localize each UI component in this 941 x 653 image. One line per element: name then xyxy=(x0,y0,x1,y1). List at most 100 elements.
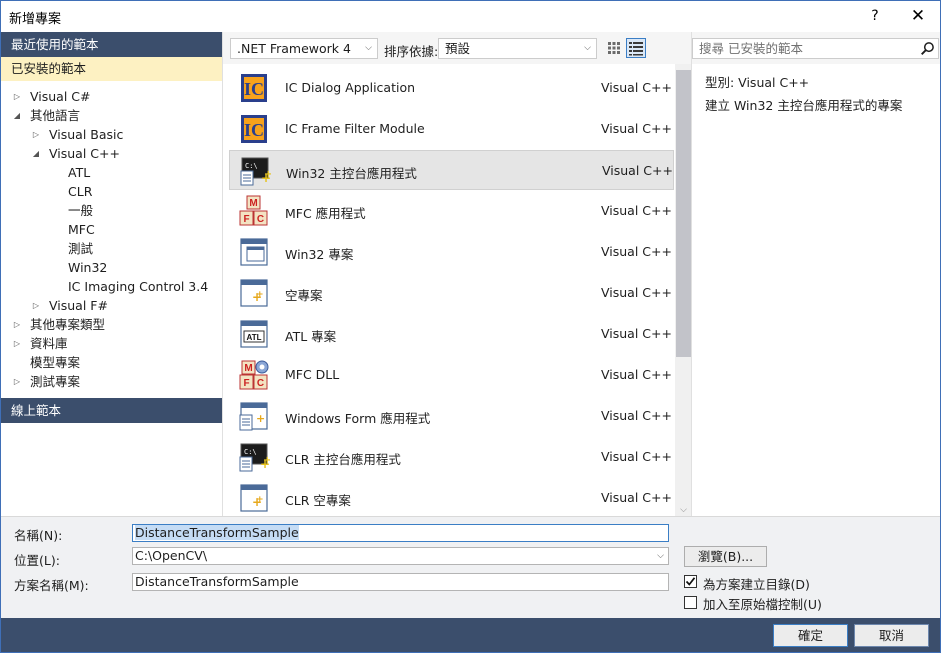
template-item[interactable]: IC IC Dialog Application Visual C++ xyxy=(229,68,674,108)
collapsed-arrow-icon[interactable]: ▷ xyxy=(31,296,41,315)
svg-text:C: C xyxy=(257,214,264,225)
solution-name-field[interactable]: DistanceTransformSample xyxy=(132,573,669,591)
empty-project-icon: + + xyxy=(238,482,270,514)
collapsed-arrow-icon[interactable]: ▷ xyxy=(12,334,22,353)
name-field[interactable]: DistanceTransformSample xyxy=(132,524,669,542)
svg-text:+: + xyxy=(256,495,264,505)
tree-item-label: Visual F# xyxy=(49,298,108,313)
template-item[interactable]: + + CLR 空專案 Visual C++ xyxy=(229,478,674,516)
project-form: 名稱(N): DistanceTransformSample 位置(L): C:… xyxy=(1,516,940,652)
search-bar: 搜尋 已安裝的範本 xyxy=(692,32,940,64)
collapsed-arrow-icon[interactable]: ▷ xyxy=(12,315,22,334)
search-input[interactable]: 搜尋 已安裝的範本 xyxy=(692,38,939,59)
chevron-down-icon: ⌵ xyxy=(365,43,372,53)
tree-item[interactable]: Win32 xyxy=(1,258,222,277)
chevron-down-icon: ⌵ xyxy=(584,43,591,53)
create-directory-checkbox[interactable] xyxy=(684,575,697,588)
tree-item[interactable]: ATL xyxy=(1,163,222,182)
create-directory-label[interactable]: 為方案建立目錄(D) xyxy=(703,574,810,593)
console-icon: C:\++ xyxy=(238,441,271,473)
tree-item-label: 其他語言 xyxy=(30,108,81,123)
template-item[interactable]: + Windows Form 應用程式 Visual C++ xyxy=(229,396,674,436)
collapsed-arrow-icon[interactable]: ▷ xyxy=(31,125,41,144)
svg-text:ATL: ATL xyxy=(247,333,262,342)
collapsed-arrow-icon[interactable]: ▷ xyxy=(12,372,22,391)
svg-text:C:\: C:\ xyxy=(245,162,258,170)
svg-text:+: + xyxy=(256,412,265,425)
tree-item[interactable]: MFC xyxy=(1,220,222,239)
template-item[interactable]: IC IC Frame Filter Module Visual C++ xyxy=(229,109,674,149)
collapsed-arrow-icon[interactable]: ▷ xyxy=(12,87,22,106)
template-list-scrollbar[interactable]: ⌵ xyxy=(675,64,692,516)
tree-item-label: 測試專案 xyxy=(30,374,81,389)
tree-item-label: 測試 xyxy=(68,241,94,256)
tree-item[interactable]: 模型專案 xyxy=(1,353,222,372)
chevron-down-icon[interactable]: ⌵ xyxy=(657,548,664,564)
grid-view-button[interactable] xyxy=(604,38,624,58)
svg-text:+: + xyxy=(264,169,271,180)
expanded-arrow-icon[interactable]: ◢ xyxy=(31,144,41,163)
template-language: Visual C++ xyxy=(601,285,672,300)
tree-item[interactable]: ▷ 資料庫 xyxy=(1,334,222,353)
svg-text:IC: IC xyxy=(244,120,264,140)
tree-item-label: ATL xyxy=(68,165,91,180)
framework-select[interactable]: .NET Framework 4 ⌵ xyxy=(230,38,378,59)
cancel-button[interactable]: 取消 xyxy=(854,624,929,647)
tree-item-label: Visual Basic xyxy=(49,127,124,142)
template-item[interactable]: ATL ATL 專案 Visual C++ xyxy=(229,314,674,354)
template-item[interactable]: M F C MFC 應用程式 Visual C++ xyxy=(229,191,674,231)
tree-item[interactable]: ▷ 測試專案 xyxy=(1,372,222,391)
template-details-panel: 搜尋 已安裝的範本 型別: Visual C++ 建立 Win32 主控台應用程… xyxy=(691,32,940,516)
sort-select[interactable]: 預設 ⌵ xyxy=(438,38,597,59)
tree-item[interactable]: ▷ Visual C# xyxy=(1,87,222,106)
template-item[interactable]: C:\++Win32 主控台應用程式Visual C++ xyxy=(229,150,674,190)
tree-item-label: Win32 xyxy=(68,260,108,275)
template-item[interactable]: Win32 專案 Visual C++ xyxy=(229,232,674,272)
ok-button[interactable]: 確定 xyxy=(773,624,848,647)
template-item[interactable]: + + 空專案 Visual C++ xyxy=(229,273,674,313)
list-view-icon xyxy=(629,42,643,56)
template-description: 建立 Win32 主控台應用程式的專案 xyxy=(705,98,903,113)
template-language: Visual C++ xyxy=(601,326,672,341)
form-icon: + xyxy=(238,400,270,432)
tree-item[interactable]: ◢ 其他語言 xyxy=(1,106,222,125)
location-field[interactable]: C:\OpenCV\ ⌵ xyxy=(132,547,669,565)
tree-item[interactable]: IC Imaging Control 3.4 xyxy=(1,277,222,296)
template-item[interactable]: M F C MFC DLL Visual C++ xyxy=(229,355,674,395)
source-control-label[interactable]: 加入至原始檔控制(U) xyxy=(703,594,822,613)
scrollbar-thumb[interactable] xyxy=(676,70,691,357)
expanded-arrow-icon[interactable]: ◢ xyxy=(12,106,22,125)
tree-item[interactable]: CLR xyxy=(1,182,222,201)
browse-button[interactable]: 瀏覽(B)... xyxy=(684,546,767,567)
template-name: 空專案 xyxy=(285,288,323,303)
close-button[interactable]: ✕ xyxy=(900,4,936,28)
recent-templates-header[interactable]: 最近使用的範本 xyxy=(1,32,222,57)
list-view-button[interactable] xyxy=(626,38,646,58)
tree-item[interactable]: ▷ Visual F# xyxy=(1,296,222,315)
template-language: Visual C++ xyxy=(601,244,672,259)
tree-item[interactable]: ▷ 其他專案類型 xyxy=(1,315,222,334)
tree-item[interactable]: ◢ Visual C++ xyxy=(1,144,222,163)
svg-text:M: M xyxy=(244,363,252,374)
tree-item[interactable]: 測試 xyxy=(1,239,222,258)
template-item[interactable]: C:\++CLR 主控台應用程式Visual C++ xyxy=(229,437,674,477)
template-language: Visual C++ xyxy=(601,80,672,95)
search-icon[interactable] xyxy=(920,41,935,56)
template-list: IC IC Dialog Application Visual C++ IC IC Fr… xyxy=(223,64,692,516)
dialog-title: 新增專案 xyxy=(9,12,62,27)
tree-item[interactable]: 一般 xyxy=(1,201,222,220)
tree-item-label: 一般 xyxy=(68,203,94,218)
template-name: Win32 專案 xyxy=(285,247,354,262)
online-templates-header[interactable]: 線上範本 xyxy=(1,398,222,423)
template-language: Visual C++ xyxy=(601,408,672,423)
template-type: 型別: Visual C++ xyxy=(705,75,810,90)
window-icon xyxy=(238,236,270,268)
svg-text:C:\: C:\ xyxy=(244,448,257,456)
installed-templates-header[interactable]: 已安裝的範本 xyxy=(1,57,222,81)
template-language: Visual C++ xyxy=(601,203,672,218)
scroll-down-arrow[interactable]: ⌵ xyxy=(675,504,692,516)
tree-item[interactable]: ▷ Visual Basic xyxy=(1,125,222,144)
source-control-checkbox[interactable] xyxy=(684,596,697,609)
template-name: IC Dialog Application xyxy=(285,80,416,95)
help-button[interactable]: ? xyxy=(857,4,893,28)
